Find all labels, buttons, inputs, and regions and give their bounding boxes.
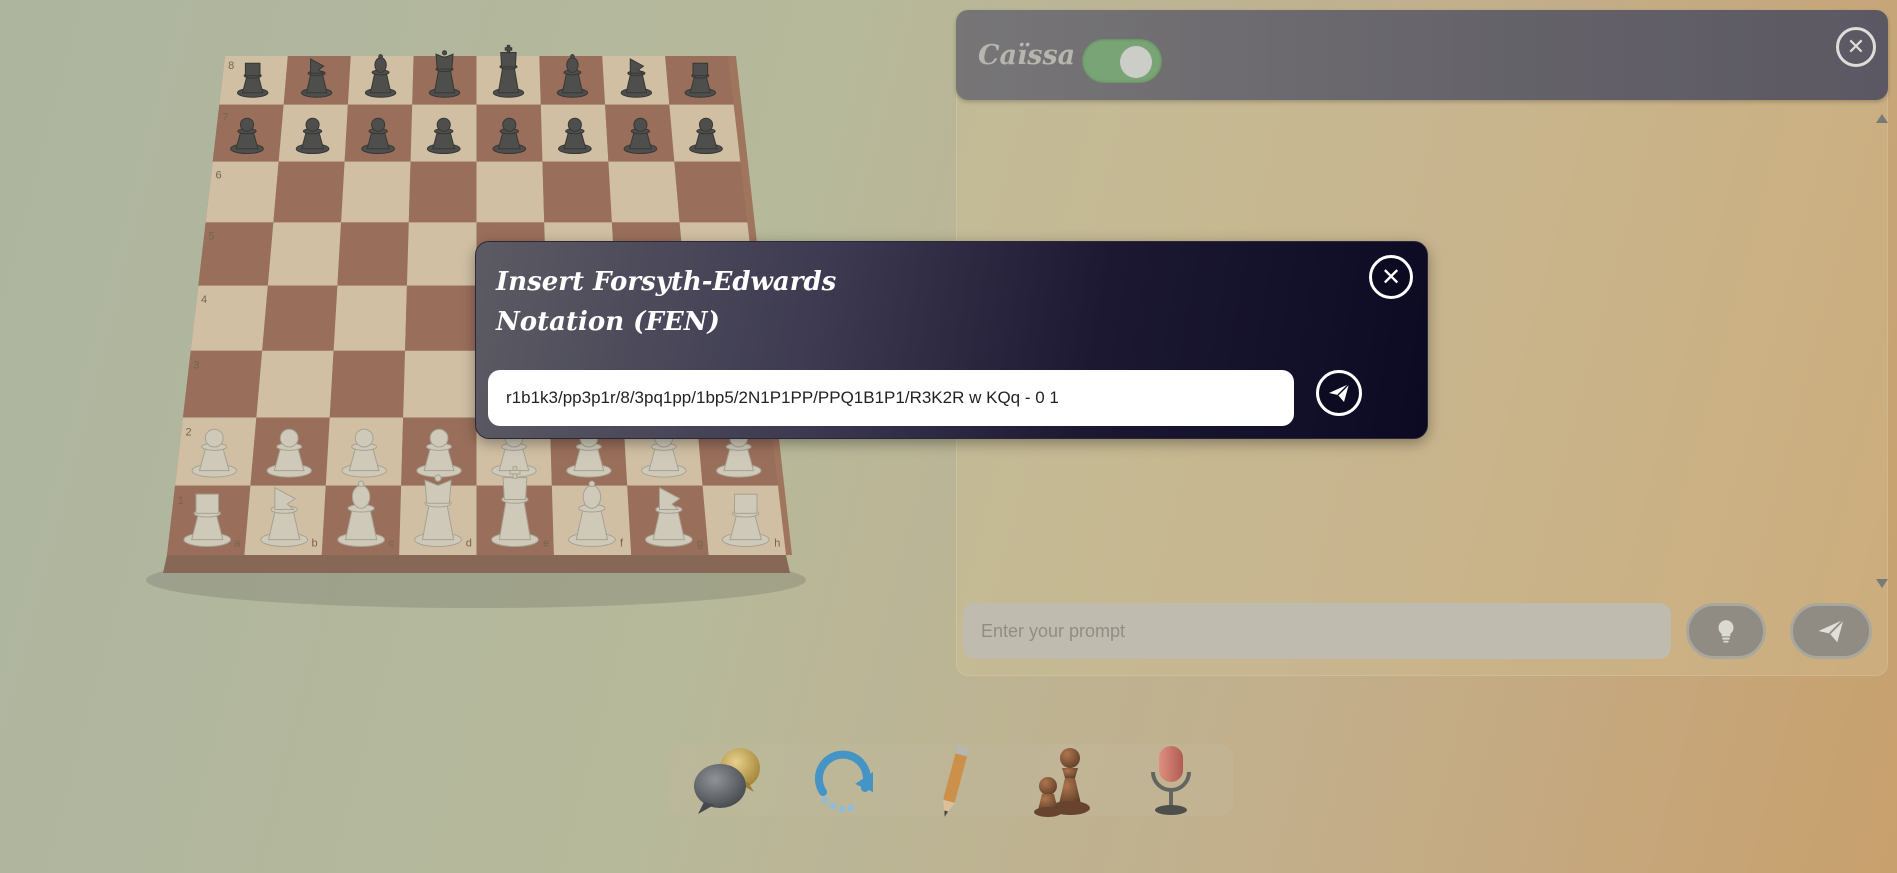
fen-close-button[interactable]: ✕ bbox=[1369, 255, 1413, 299]
rank-label: 5 bbox=[208, 231, 214, 243]
bottom-toolbar bbox=[668, 744, 1233, 817]
square-b3[interactable] bbox=[256, 350, 334, 418]
chat-scrollbar[interactable] bbox=[1874, 106, 1888, 596]
paper-plane-icon bbox=[1818, 619, 1845, 643]
square-c3[interactable] bbox=[329, 350, 406, 418]
scroll-up-arrow-icon[interactable] bbox=[1876, 114, 1888, 123]
chat-title: Caïssa bbox=[978, 40, 1076, 71]
close-panel-button[interactable]: ✕ bbox=[1836, 27, 1876, 67]
board-edge bbox=[163, 555, 790, 573]
chat-bubbles-icon bbox=[694, 748, 760, 814]
close-icon: ✕ bbox=[1846, 34, 1866, 59]
square-d3[interactable] bbox=[403, 350, 477, 418]
square-c5[interactable] bbox=[337, 222, 409, 286]
chess-pawn-icon bbox=[1034, 748, 1090, 817]
square-f6[interactable] bbox=[542, 161, 612, 223]
scroll-down-arrow-icon[interactable] bbox=[1876, 579, 1888, 588]
fen-modal-title: Insert Forsyth-Edwards Notation (FEN) bbox=[496, 267, 837, 337]
rank-label: 2 bbox=[186, 427, 192, 439]
fen-modal: Insert Forsyth-Edwards Notation (FEN) ✕ bbox=[475, 241, 1428, 439]
square-d6[interactable] bbox=[408, 161, 477, 223]
assistant-toggle[interactable] bbox=[1082, 39, 1162, 83]
prompt-input[interactable] bbox=[963, 603, 1671, 659]
fen-input[interactable] bbox=[488, 370, 1294, 426]
rank-label: 1 bbox=[178, 495, 184, 507]
reset-tool-button[interactable] bbox=[803, 742, 885, 822]
square-e6[interactable] bbox=[476, 161, 545, 223]
file-label: g bbox=[697, 538, 703, 550]
paper-plane-icon bbox=[1329, 383, 1350, 402]
square-b5[interactable] bbox=[267, 222, 342, 286]
square-d5[interactable] bbox=[406, 222, 477, 286]
square-c4[interactable] bbox=[333, 285, 407, 351]
lightbulb-icon bbox=[1718, 620, 1734, 643]
chat-tool-button[interactable] bbox=[688, 742, 770, 822]
file-label: d bbox=[466, 538, 472, 550]
chess-tool-button[interactable] bbox=[1018, 742, 1100, 822]
rank-label: 8 bbox=[228, 60, 234, 72]
voice-tool-button[interactable] bbox=[1133, 742, 1215, 822]
hint-button[interactable] bbox=[1686, 603, 1766, 659]
close-icon: ✕ bbox=[1380, 263, 1402, 291]
pencil-icon bbox=[943, 745, 970, 817]
file-label: b bbox=[311, 538, 317, 550]
file-label: a bbox=[234, 538, 241, 550]
edit-tool-button[interactable] bbox=[913, 742, 995, 822]
square-b6[interactable] bbox=[273, 161, 345, 223]
square-h6[interactable] bbox=[674, 161, 748, 223]
fen-submit-button[interactable] bbox=[1316, 370, 1362, 416]
rank-label: 6 bbox=[215, 169, 221, 181]
rank-label: 3 bbox=[193, 360, 199, 372]
file-label: e bbox=[543, 538, 549, 550]
square-b4[interactable] bbox=[262, 285, 338, 351]
microphone-icon bbox=[1151, 746, 1191, 815]
square-d4[interactable] bbox=[405, 285, 477, 351]
reset-arrow-icon bbox=[814, 750, 873, 813]
square-c6[interactable] bbox=[341, 161, 411, 223]
rank-label: 4 bbox=[201, 294, 207, 306]
rank-label: 7 bbox=[222, 111, 228, 123]
file-label: c bbox=[389, 538, 395, 550]
toggle-knob bbox=[1120, 46, 1152, 78]
square-g6[interactable] bbox=[608, 161, 680, 223]
send-button[interactable] bbox=[1790, 603, 1872, 659]
chat-header: Caïssa ✕ bbox=[956, 10, 1888, 100]
file-label: h bbox=[774, 538, 780, 550]
